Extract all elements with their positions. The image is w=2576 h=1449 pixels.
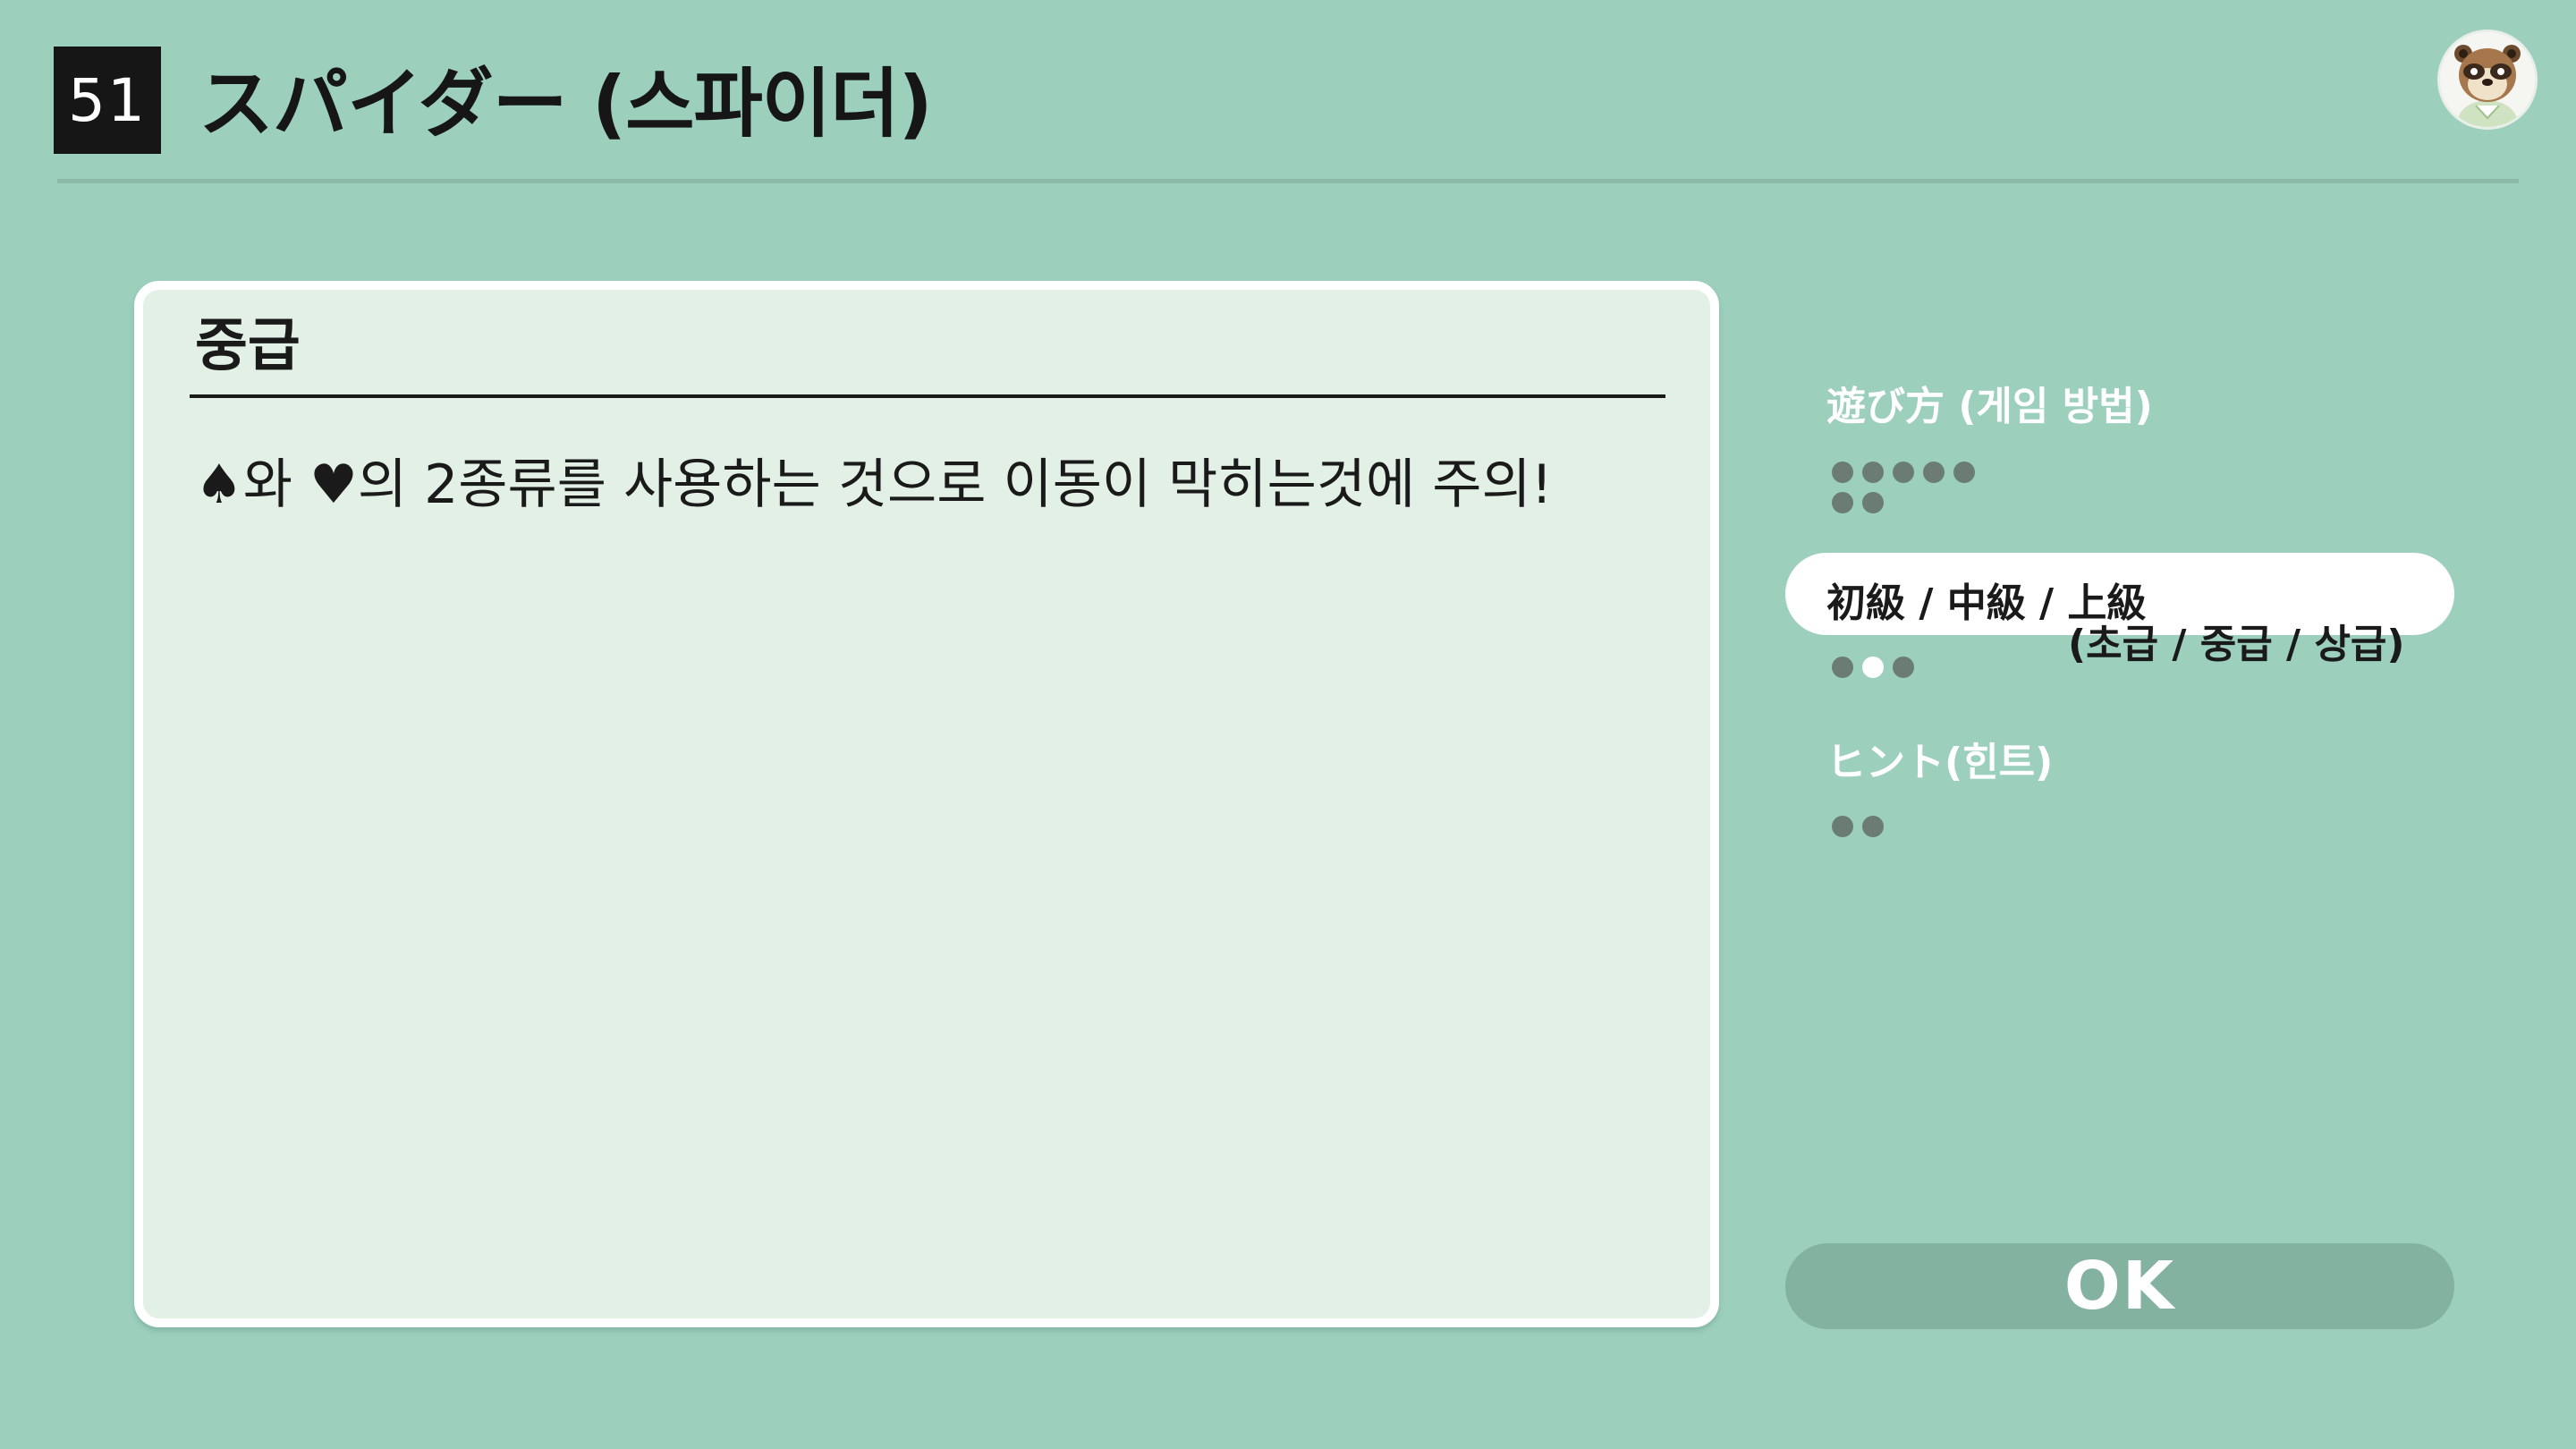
ok-button[interactable]: OK bbox=[1785, 1243, 2454, 1329]
page-dot bbox=[1862, 492, 1884, 513]
menu-item-sublabel: (초급 / 중급 / 상급) bbox=[2068, 622, 2405, 667]
menu-item-hints[interactable]: ヒント(힌트) bbox=[1785, 726, 2465, 852]
page-dot bbox=[1893, 462, 1914, 483]
menu-item-label: 遊び方 (게임 방법) bbox=[1826, 384, 2153, 429]
help-menu: 遊び方 (게임 방법) 初級 / 中級 / 上級 (초급 / 중급 / 상급) … bbox=[1785, 0, 2465, 1449]
menu-item-difficulty[interactable]: 初級 / 中級 / 上級 (초급 / 중급 / 상급) bbox=[1785, 553, 2465, 687]
panel-heading: 중급 bbox=[195, 313, 301, 379]
page-dot bbox=[1923, 462, 1945, 483]
page-dot bbox=[1862, 816, 1884, 837]
description-panel: 중급 ♠와 ♥의 2종류를 사용하는 것으로 이동이 막히는것에 주의! bbox=[134, 281, 1719, 1327]
page-dot bbox=[1893, 657, 1914, 678]
menu-item-label: ヒント(힌트) bbox=[1826, 740, 2054, 785]
panel-description: ♠와 ♥의 2종류를 사용하는 것으로 이동이 막히는것에 주의! bbox=[195, 453, 1553, 516]
page-dot bbox=[1953, 462, 1975, 483]
page-dot bbox=[1832, 462, 1853, 483]
game-number-badge: 51 bbox=[54, 47, 161, 154]
panel-divider bbox=[190, 394, 1665, 398]
page-title: スパイダー (스파이더) bbox=[199, 60, 933, 148]
page-dot-current bbox=[1862, 657, 1884, 678]
page-dot bbox=[1832, 657, 1853, 678]
page-dots bbox=[1832, 462, 1984, 513]
page-dot bbox=[1832, 816, 1853, 837]
page-dot bbox=[1862, 462, 1884, 483]
page-dots bbox=[1832, 657, 1984, 678]
page-dots bbox=[1832, 816, 1984, 837]
page-dot bbox=[1832, 492, 1853, 513]
menu-item-how-to-play[interactable]: 遊び方 (게임 방법) bbox=[1785, 370, 2465, 531]
